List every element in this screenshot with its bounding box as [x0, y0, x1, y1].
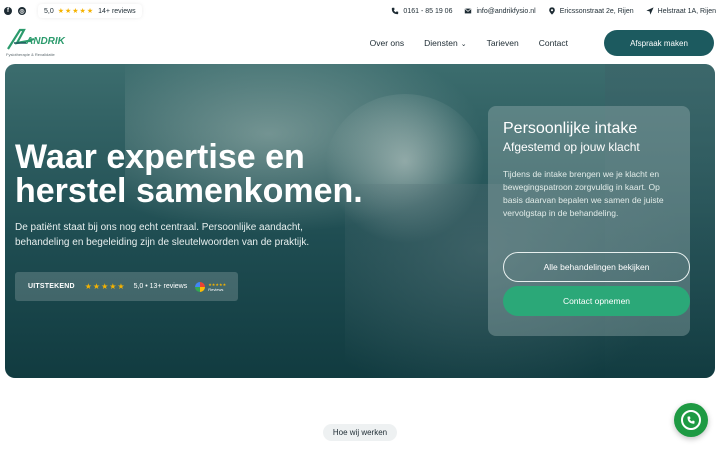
phone-link[interactable]: 0161 - 85 19 06	[391, 7, 452, 15]
address-2: Helstraat 1A, Rijen	[657, 7, 716, 15]
how-we-work-label: Hoe wij werken	[323, 424, 397, 441]
logo[interactable]: ANDRIK Fysiotherapie & Revalidatie	[6, 27, 65, 59]
nav-tarieven[interactable]: Tarieven	[487, 38, 519, 48]
logo-subtitle: Fysiotherapie & Revalidatie	[6, 52, 55, 57]
phone-number: 0161 - 85 19 06	[403, 7, 453, 15]
badge-label: UITSTEKEND	[28, 283, 75, 290]
contact-button[interactable]: Contact opnemen	[503, 286, 690, 316]
reviews-badge[interactable]: UITSTEKEND ★★★★★ 5,0 • 13+ reviews ★★★★★…	[15, 272, 238, 301]
rating-count: 14+ reviews	[98, 7, 136, 15]
google-reviews-label: Reviews	[208, 286, 224, 292]
badge-stars-icon: ★★★★★	[84, 282, 126, 291]
hero-section: Waar expertise en herstel samenkomen. De…	[5, 64, 715, 378]
navigation-arrow-icon	[646, 7, 654, 15]
instagram-icon[interactable]: ◎	[18, 7, 26, 15]
address-1: Ericssonstraat 2e, Rijen	[559, 7, 634, 15]
social-links: f ◎	[4, 7, 26, 15]
logo-text: ANDRIK	[26, 36, 65, 47]
card-subtitle: Afgestemd op jouw klacht	[503, 140, 640, 154]
email-address: info@andrikfysio.nl	[476, 7, 536, 15]
hero-title: Waar expertise en herstel samenkomen.	[15, 138, 363, 210]
nav-contact[interactable]: Contact	[539, 38, 568, 48]
whatsapp-button[interactable]	[674, 403, 708, 437]
intake-card: Persoonlijke intake Afgestemd op jouw kl…	[488, 106, 690, 336]
main-header: ANDRIK Fysiotherapie & Revalidatie Over …	[0, 22, 720, 64]
address-link-1[interactable]: Ericssonstraat 2e, Rijen	[548, 7, 634, 15]
chevron-down-icon: ⌄	[460, 41, 467, 48]
card-text: Tijdens de intake brengen we je klacht e…	[503, 169, 664, 218]
rating-pill[interactable]: 5,0 ★★★★★ 14+ reviews	[38, 4, 142, 18]
nav-diensten-label: Diensten	[424, 38, 458, 48]
phone-icon	[392, 7, 399, 15]
card-title: Persoonlijke intake	[503, 120, 638, 137]
main-nav: Over ons Diensten ⌄ Tarieven Contact	[370, 38, 568, 48]
google-icon	[195, 281, 206, 292]
facebook-icon[interactable]: f	[4, 7, 12, 15]
location-pin-icon	[548, 7, 555, 15]
nav-diensten[interactable]: Diensten ⌄	[424, 38, 466, 48]
email-link[interactable]: info@andrikfysio.nl	[464, 7, 536, 15]
hero-text: De patiënt staat bij ons nog echt centra…	[15, 222, 310, 248]
top-bar: f ◎ 5,0 ★★★★★ 14+ reviews 0161 - 85 19 0…	[0, 0, 720, 22]
nav-over-ons[interactable]: Over ons	[370, 38, 405, 48]
badge-score: 5,0 • 13+ reviews	[133, 283, 188, 290]
whatsapp-icon	[687, 416, 695, 424]
mail-icon	[465, 8, 472, 14]
address-link-2[interactable]: Helstraat 1A, Rijen	[646, 7, 716, 15]
rating-stars-icon: ★★★★★	[57, 8, 95, 15]
all-treatments-button[interactable]: Alle behandelingen bekijken	[503, 252, 690, 282]
appointment-button[interactable]: Afspraak maken	[604, 30, 714, 56]
rating-score: 5,0	[44, 7, 54, 15]
